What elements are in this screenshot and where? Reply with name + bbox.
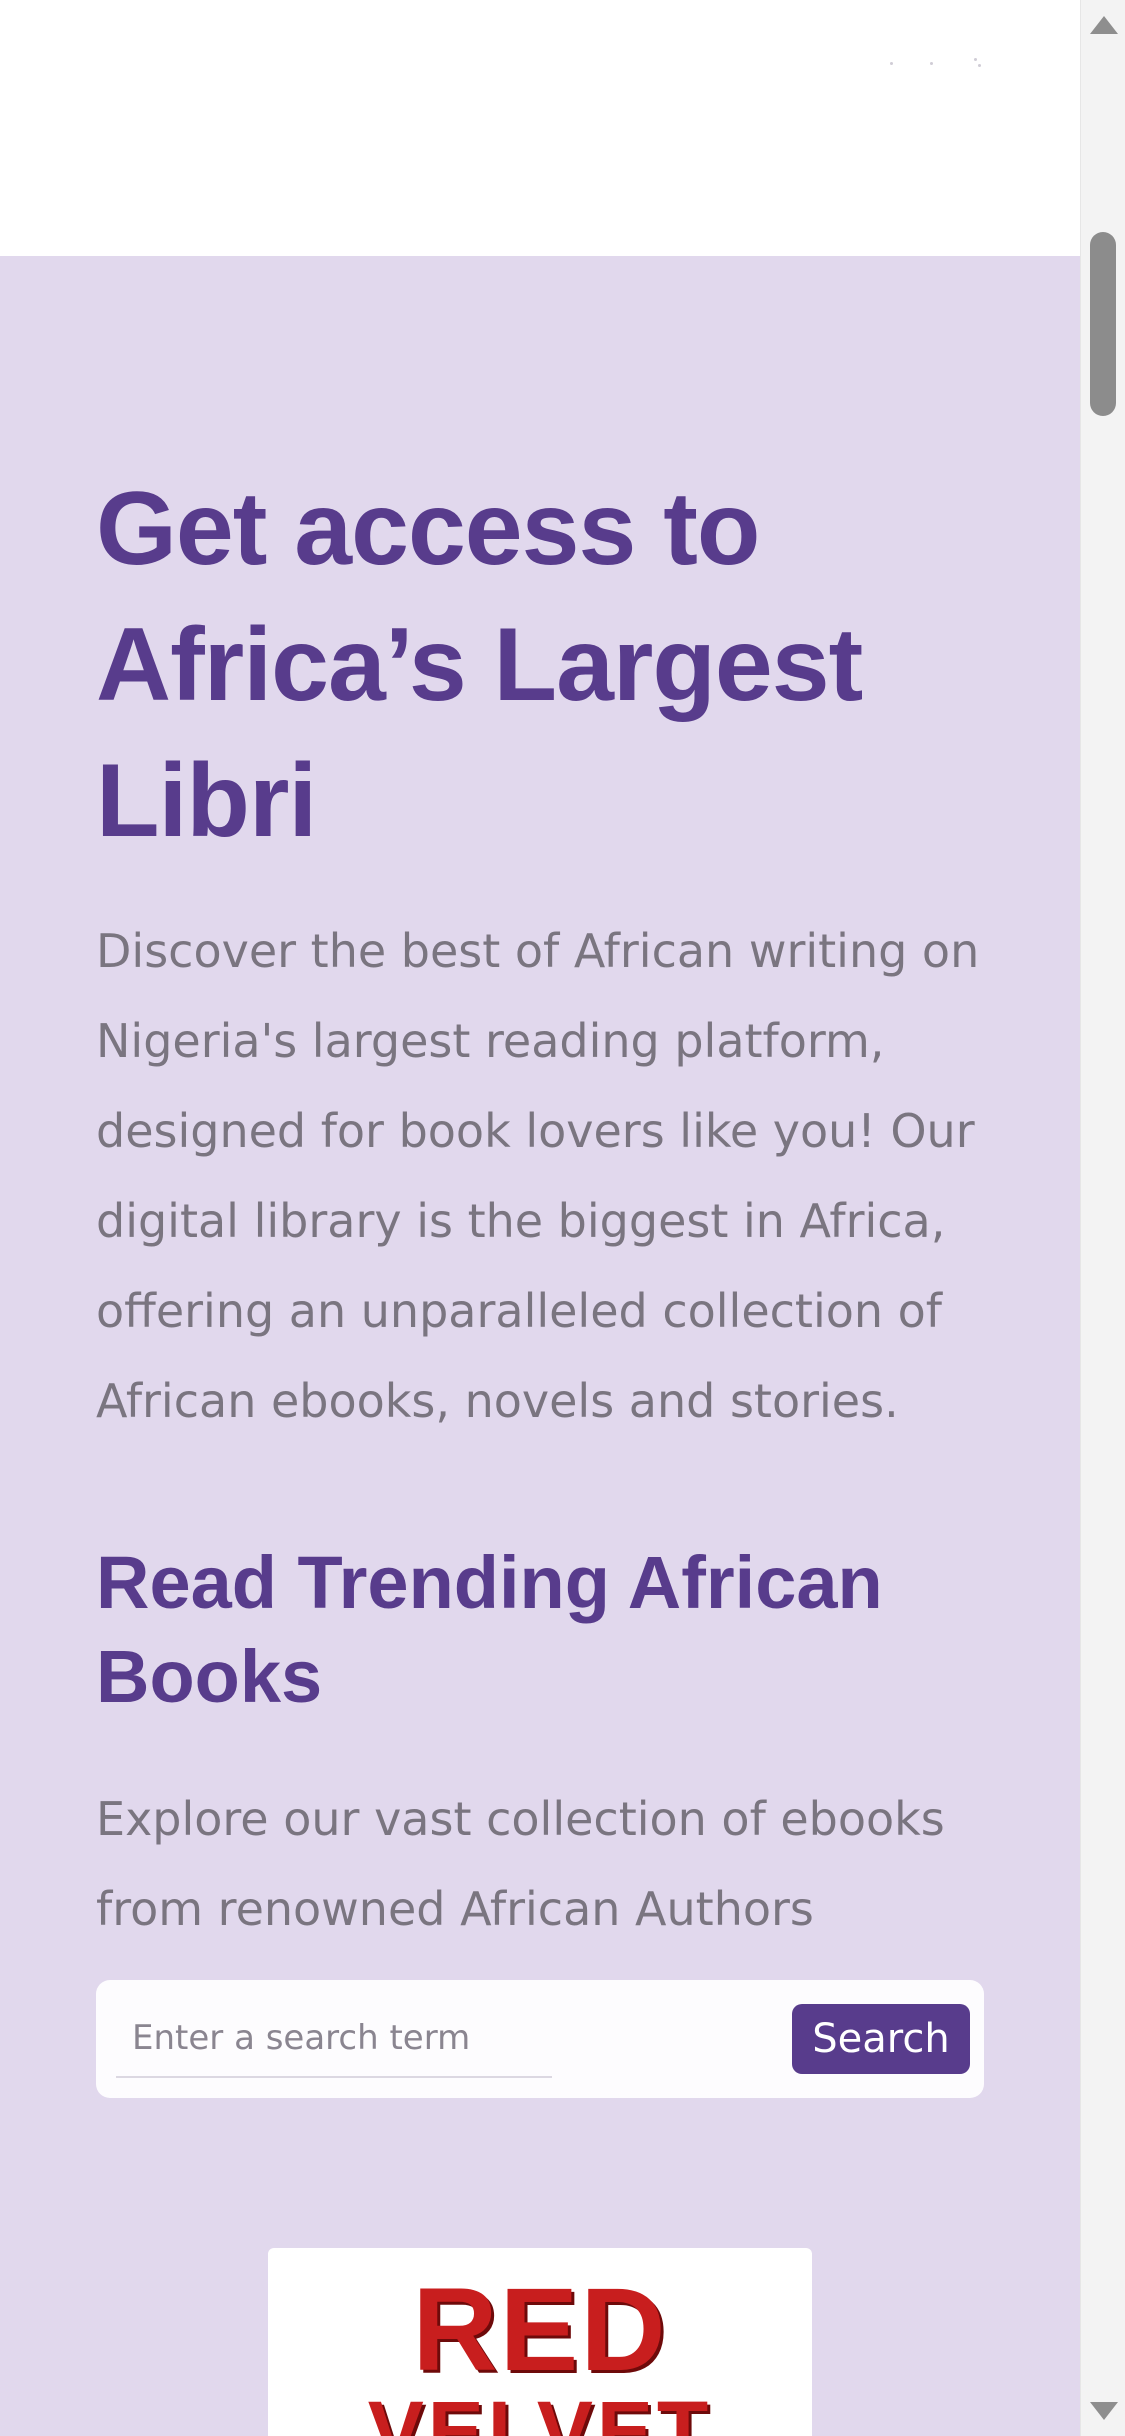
hero-description: Discover the best of African writing on …	[96, 924, 980, 1428]
hero-section: Get access to Africa’s Largest Libri Dis…	[0, 256, 1080, 2436]
triangle-down-icon[interactable]	[1090, 2402, 1118, 2420]
book-cover-line1: RED	[412, 2264, 668, 2396]
trending-description: Explore our vast collection of ebooks fr…	[96, 1792, 945, 1936]
search-input[interactable]	[116, 2000, 552, 2078]
search-button[interactable]: Search	[792, 2004, 970, 2074]
page: Get access to Africa’s Largest Libri Dis…	[0, 0, 1125, 2436]
header-decoration	[890, 58, 990, 70]
scroll-thumb[interactable]	[1090, 232, 1116, 416]
top-header	[0, 0, 1080, 256]
triangle-up-icon[interactable]	[1090, 16, 1118, 34]
scrollbar[interactable]	[1080, 0, 1125, 2436]
hero-title: Get access to Africa’s Largest Libri	[96, 471, 863, 859]
book-card[interactable]: RED VELVET	[268, 2248, 812, 2436]
trending-title: Read Trending African Books	[96, 1541, 883, 1718]
book-cover-title: RED VELVET	[268, 2264, 812, 2436]
search-box: Search	[96, 1980, 984, 2098]
book-cover-line2: VELVET	[367, 2384, 713, 2436]
